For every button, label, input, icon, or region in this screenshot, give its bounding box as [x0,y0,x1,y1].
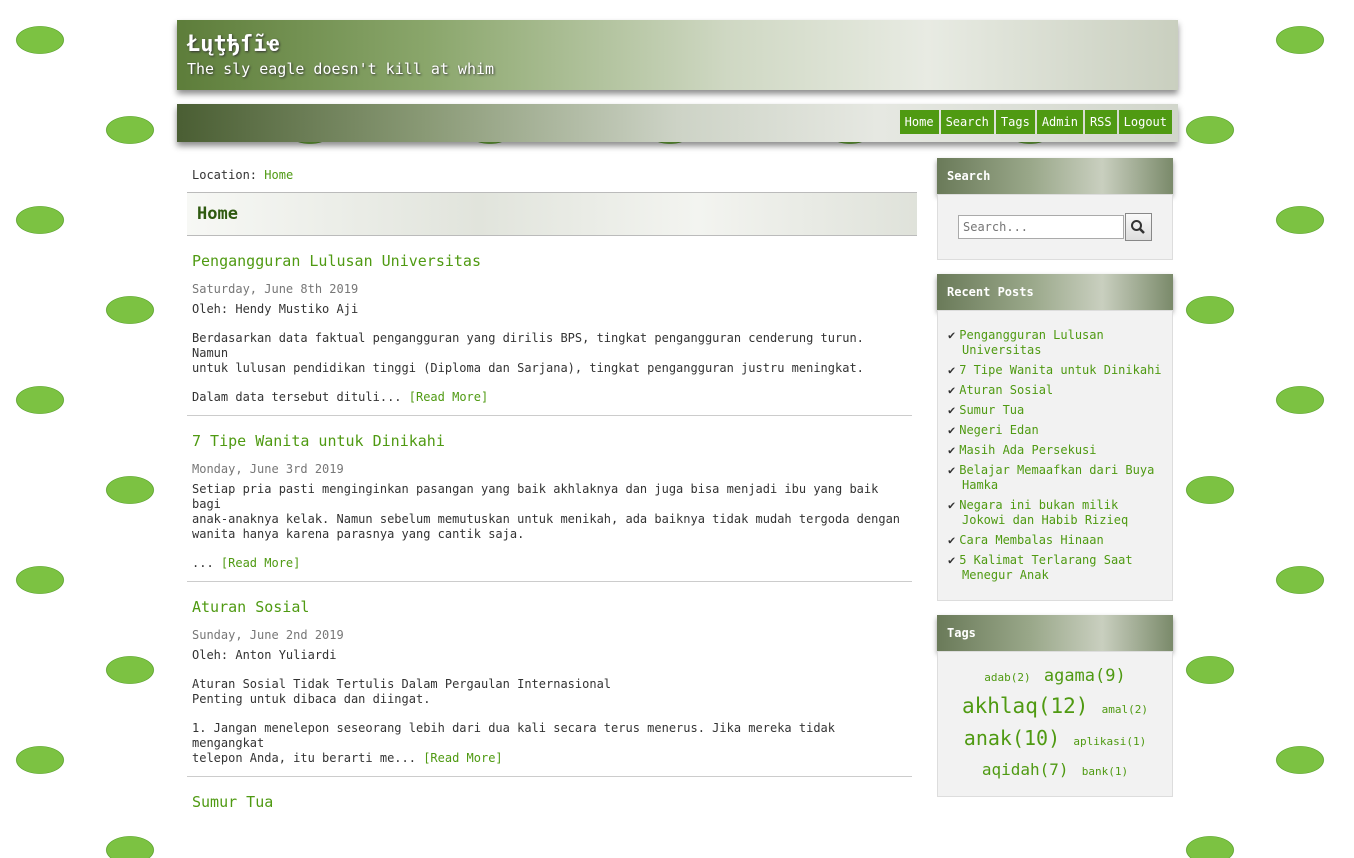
site-title[interactable]: Łųţђſĩҽ [187,32,280,58]
nav-logout[interactable]: Logout [1118,110,1172,134]
breadcrumb-label: Location: [192,168,258,182]
recent-post-link[interactable]: 5 Kalimat Terlarang Saat Menegur Anak [948,553,1162,583]
recent-post-link[interactable]: Masih Ada Persekusi [948,443,1162,458]
search-input[interactable] [958,215,1124,239]
tags-widget: adab(2) agama(9) akhlaq(12) amal(2) anak… [937,651,1173,797]
recent-post-link[interactable]: Belajar Memaafkan dari Buya Hamka [948,463,1162,493]
post-date: Monday, June 3rd 2019 [192,462,344,476]
tags-widget-title: Tags [937,615,1173,651]
read-more-link[interactable]: [Read More] [221,556,300,570]
search-widget-title: Search [937,158,1173,194]
post-text-line: Penting untuk dibaca dan diingat. [192,692,431,706]
post-text-line: Berdasarkan data faktual pengangguran ya… [192,331,864,360]
recent-post-link[interactable]: Sumur Tua [948,403,1162,418]
nav-rss[interactable]: RSS [1084,110,1117,134]
post-text-line: 1. Jangan menelepon seseorang lebih dari… [192,721,835,750]
post-text-line: anak-anaknya kelak. Namun sebelum memutu… [192,512,901,526]
post-title-link[interactable]: Pengangguran Lulusan Universitas [192,236,907,270]
search-widget [937,194,1173,260]
breadcrumb-home-link[interactable]: Home [264,168,293,182]
post-excerpt-text: telepon Anda, itu berarti me... [192,751,424,765]
nav-search[interactable]: Search [940,110,994,134]
breadcrumb: Location: Home [187,158,917,192]
post-excerpt: telepon Anda, itu berarti me... [Read Mo… [192,751,907,766]
post-date: Sunday, June 2nd 2019 [192,628,344,642]
search-icon [1131,220,1146,234]
search-button[interactable] [1124,213,1152,241]
nav-tags[interactable]: Tags [995,110,1035,134]
recent-post-link[interactable]: Negeri Edan [948,423,1162,438]
post-text-line: Setiap pria pasti menginginkan pasangan … [192,482,879,511]
sidebar: Search Recent Posts Pengangguran Lulusa [937,158,1173,797]
recent-posts-list: Pengangguran Lulusan Universitas 7 Tipe … [948,328,1162,583]
site-header: Łųţђſĩҽ The sly eagle doesn't kill at wh… [177,20,1178,90]
post-excerpt: Dalam data tersebut dituli... [Read More… [192,390,907,405]
post-text-line: untuk lulusan pendidikan tinggi (Diploma… [192,361,864,375]
post-date: Saturday, June 8th 2019 [192,282,359,296]
tag-link[interactable]: akhlaq(12) [962,694,1088,718]
post-text-line: wanita hanya karena parasnya yang cantik… [192,527,525,541]
recent-post-link[interactable]: Negara ini bukan milik Jokowi dan Habib … [948,498,1162,528]
post-excerpt-text: Dalam data tersebut dituli... [192,390,409,404]
recent-post-link[interactable]: 7 Tipe Wanita untuk Dinikahi [948,363,1162,378]
recent-post-link[interactable]: Pengangguran Lulusan Universitas [948,328,1162,358]
read-more-link[interactable]: [Read More] [423,751,502,765]
main-area: Location: Home Home Pengangguran Lulusan… [177,158,1178,858]
nav-home[interactable]: Home [899,110,939,134]
tag-link[interactable]: amal(2) [1102,703,1148,716]
post-title-link[interactable]: 7 Tipe Wanita untuk Dinikahi [192,416,907,450]
post-item: Sumur Tua [187,777,912,811]
recent-posts-title: Recent Posts [937,274,1173,310]
recent-post-link[interactable]: Cara Membalas Hinaan [948,533,1162,548]
post-text-line: Aturan Sosial Tidak Tertulis Dalam Perga… [192,677,612,691]
post-excerpt-text: ... [192,556,221,570]
tag-link[interactable]: adab(2) [984,671,1030,684]
post-title-link[interactable]: Aturan Sosial [192,582,907,616]
post-author: Oleh: Anton Yuliardi [192,648,337,662]
tag-cloud: adab(2) agama(9) akhlaq(12) amal(2) anak… [942,656,1168,792]
tag-link[interactable]: aplikasi(1) [1073,735,1146,748]
post-item: 7 Tipe Wanita untuk Dinikahi Monday, Jun… [187,416,912,582]
post-item: Pengangguran Lulusan Universitas Saturda… [187,236,912,416]
tag-link[interactable]: anak(10) [964,726,1060,750]
post-excerpt: ... [Read More] [192,556,907,571]
nav-bar: Home Search Tags Admin RSS Logout [177,104,1178,142]
nav-admin[interactable]: Admin [1036,110,1083,134]
content-column: Location: Home Home Pengangguran Lulusan… [187,158,917,823]
recent-posts-widget: Pengangguran Lulusan Universitas 7 Tipe … [937,310,1173,601]
main-nav: Home Search Tags Admin RSS Logout [899,110,1172,134]
tag-link[interactable]: agama(9) [1044,666,1126,686]
post-title-link[interactable]: Sumur Tua [192,777,907,811]
page-wrapper: Łųţђſĩҽ The sly eagle doesn't kill at wh… [177,20,1178,858]
post-item: Aturan Sosial Sunday, June 2nd 2019 Oleh… [187,582,912,777]
tag-link[interactable]: aqidah(7) [982,760,1069,779]
recent-post-link[interactable]: Aturan Sosial [948,383,1162,398]
read-more-link[interactable]: [Read More] [409,390,488,404]
page-title: Home [187,192,917,236]
post-author: Oleh: Hendy Mustiko Aji [192,302,359,316]
site-tagline: The sly eagle doesn't kill at whim [187,60,495,78]
